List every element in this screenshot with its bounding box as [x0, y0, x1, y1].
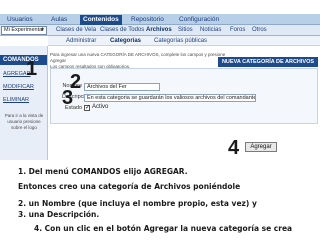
sidebar-note: Para ir a la vista de usuario presione s… [4, 113, 44, 130]
tab-aulas[interactable]: Aulas [48, 15, 70, 25]
annotation-number-3: 3 [62, 87, 74, 109]
course-select-value: Mi Experimental [4, 27, 44, 33]
caption-line-2: Entonces creo una categoría de Archivos … [18, 182, 241, 191]
annotation-number-1: 1 [26, 58, 38, 80]
nav-clases-de-vela[interactable]: Clases de Vela [54, 25, 98, 36]
tab-configuracion[interactable]: Configuración [176, 15, 222, 25]
commands-sidebar: COMANDOS AGREGAR MODIFICAR ELIMINAR [0, 46, 48, 160]
submenu-categorias[interactable]: Categorías [108, 36, 143, 46]
description-field[interactable]: En esta categoria se guardarán los valio… [84, 94, 256, 102]
nav-foros[interactable]: Foros [228, 25, 247, 36]
nav-sitios[interactable]: Sitios [176, 25, 195, 36]
command-eliminar[interactable]: ELIMINAR [3, 97, 29, 103]
nav-otros[interactable]: Otros [250, 25, 269, 36]
top-navigation: Usuarios Aulas Contenidos Repositorio Co… [0, 14, 320, 25]
archivos-submenu: Administrar Categorías Categorías públic… [48, 36, 320, 46]
nav-archivos[interactable]: Archivos [144, 25, 174, 36]
submenu-administrar[interactable]: Administrar [64, 36, 98, 46]
submenu-categorias-publicas[interactable]: Categorías públicas [152, 36, 209, 46]
active-checkbox-label: Activo [92, 104, 109, 110]
caption-line-3: 2. un Nombre (que incluya el nombre prop… [18, 199, 257, 208]
tab-contenidos[interactable]: Contenidos [80, 15, 122, 25]
name-field[interactable]: Archivos del Fer [84, 83, 160, 91]
content-type-bar: Mi Experimental ▼ Clases de Vela Clases … [0, 25, 320, 36]
annotation-number-4: 4 [228, 137, 240, 159]
nav-noticias[interactable]: Noticias [198, 25, 223, 36]
instructions-line-1: Para ingresar una nueva CATEGORÍA DE ARC… [50, 52, 226, 63]
panel-title: NUEVA CATEGORÍA DE ARCHIVOS [218, 57, 318, 67]
agregar-button[interactable]: Agregar [245, 142, 277, 152]
chevron-down-icon: ▼ [40, 27, 45, 33]
caption-line-5: 4. Con un clic en el botón Agregar la nu… [34, 224, 293, 233]
active-checkbox[interactable]: ✓ [84, 105, 90, 111]
tab-usuarios[interactable]: Usuarios [4, 15, 36, 25]
nav-clases-de-todos[interactable]: Clases de Todos [98, 25, 146, 36]
caption-line-1: 1. Del menú COMANDOS elijo AGREGAR. [18, 167, 188, 176]
app-screenshot: Usuarios Aulas Contenidos Repositorio Co… [0, 0, 320, 160]
command-modificar[interactable]: MODIFICAR [3, 84, 34, 90]
tab-repositorio[interactable]: Repositorio [128, 15, 167, 25]
caption-line-4: 3. una Descripción. [18, 210, 100, 219]
course-select[interactable]: Mi Experimental ▼ [1, 26, 47, 35]
commands-heading: COMANDOS [0, 55, 47, 65]
